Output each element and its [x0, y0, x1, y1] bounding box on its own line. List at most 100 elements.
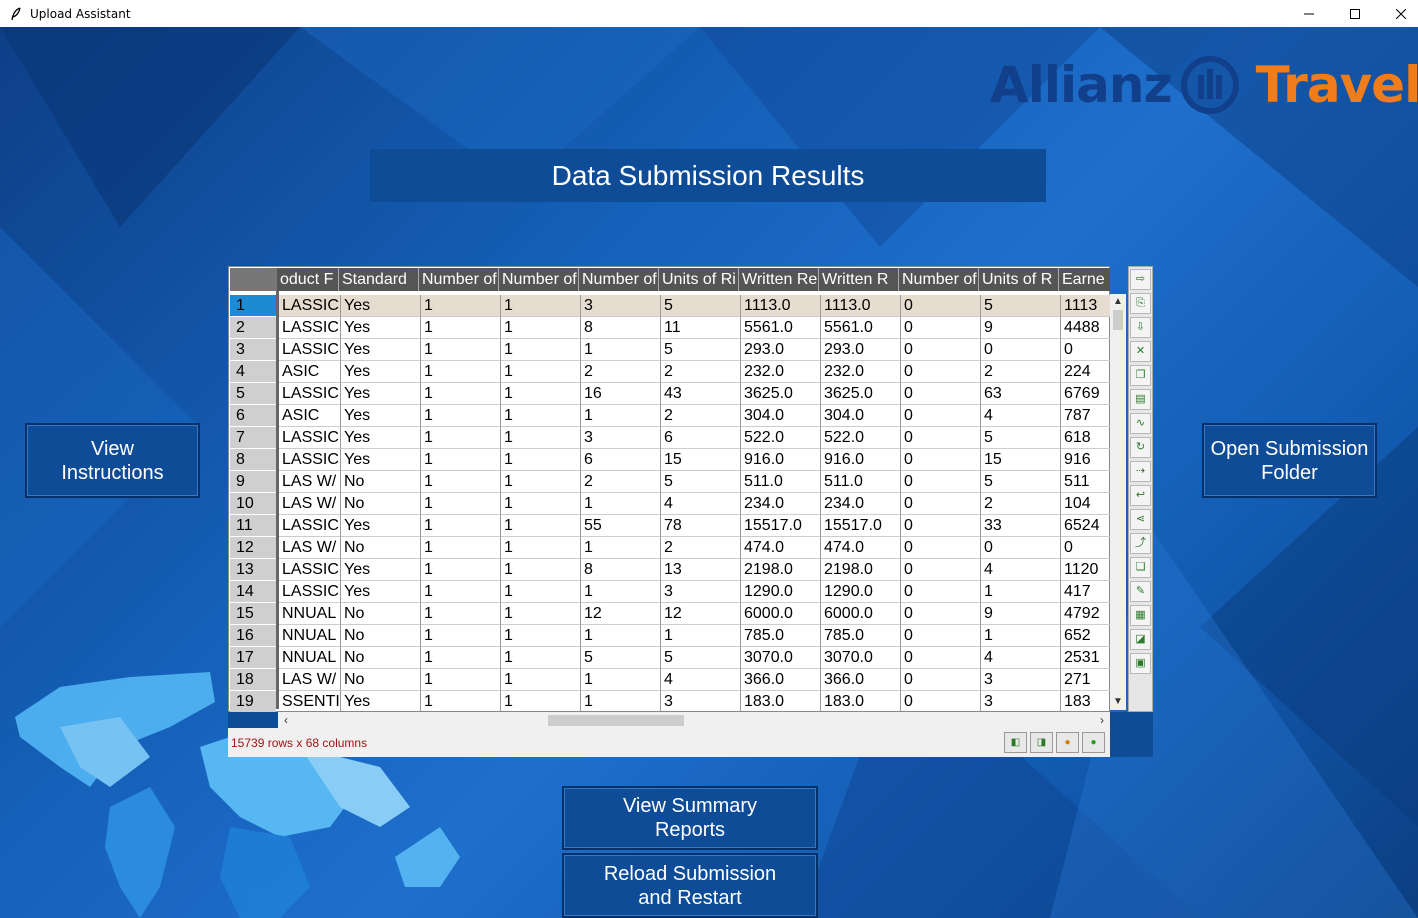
table-cell[interactable]: 0 [901, 405, 981, 427]
table-cell[interactable]: 234.0 [741, 493, 821, 515]
table-cell[interactable]: 3 [661, 691, 741, 711]
table-cell[interactable]: 1 [501, 471, 581, 493]
table-cell[interactable]: 6 [581, 449, 661, 471]
table-cell[interactable]: 5 [981, 295, 1061, 317]
row-header[interactable]: 17 [230, 647, 276, 669]
calculator-icon[interactable]: ▦ [1130, 605, 1151, 626]
table-cell[interactable]: 1 [581, 339, 661, 361]
column-header[interactable]: Earne [1059, 268, 1110, 291]
copy-icon[interactable]: ❐ [1130, 365, 1151, 386]
table-cell[interactable]: 2 [981, 361, 1061, 383]
scroll-left-icon[interactable]: ‹ [278, 712, 294, 728]
table-cell[interactable]: 0 [901, 339, 981, 361]
row-header[interactable]: 16 [230, 625, 276, 647]
table-row[interactable]: SSENTI Yes 1 1 1 3 183.0 183.0 0 3 183 [279, 691, 1110, 711]
table-cell[interactable]: 0 [901, 559, 981, 581]
table-cell[interactable]: 1 [501, 449, 581, 471]
table-cell[interactable]: 3 [581, 427, 661, 449]
table-cell[interactable]: 1 [501, 515, 581, 537]
table-cell[interactable]: 1 [421, 405, 501, 427]
table-cell[interactable]: 0 [901, 383, 981, 405]
table-cell[interactable]: 1 [501, 625, 581, 647]
table-cell[interactable]: 232.0 [741, 361, 821, 383]
horizontal-scroll-thumb[interactable] [548, 715, 684, 726]
table-cell[interactable]: 785.0 [821, 625, 901, 647]
table-cell[interactable]: Yes [341, 317, 421, 339]
table-row[interactable]: LASSIC Yes 1 1 8 13 2198.0 2198.0 0 4 1120 [279, 559, 1110, 581]
table-cell[interactable]: 304.0 [821, 405, 901, 427]
table-cell[interactable]: 1 [421, 581, 501, 603]
table-cell[interactable]: LASSIC [279, 383, 341, 405]
minus-icon[interactable]: ● [1056, 732, 1079, 753]
table-row[interactable]: NNUAL No 1 1 1 1 785.0 785.0 0 1 652 [279, 625, 1110, 647]
table-cell[interactable]: 3 [581, 295, 661, 317]
table-cell[interactable]: 78 [661, 515, 741, 537]
table-cell[interactable]: 1 [421, 317, 501, 339]
table-cell[interactable]: 6000.0 [741, 603, 821, 625]
table-cell[interactable]: 4 [661, 493, 741, 515]
view-summary-reports-button[interactable]: View Summary Reports [562, 786, 818, 850]
table-cell[interactable]: LAS W/ [279, 471, 341, 493]
table-cell[interactable]: 2 [661, 361, 741, 383]
grid-corner[interactable] [230, 268, 277, 291]
table-cell[interactable]: 1 [501, 295, 581, 317]
share-icon[interactable]: ⋖ [1130, 509, 1151, 530]
row-header[interactable]: 4 [230, 361, 276, 383]
table-cell[interactable]: 1 [421, 427, 501, 449]
table-cell[interactable]: 417 [1061, 581, 1110, 603]
table-cell[interactable]: 0 [901, 471, 981, 493]
table-row[interactable]: LAS W/No 1 1 2 5 511.0 511.0 0 5 511 [279, 471, 1110, 493]
table-cell[interactable]: 652 [1061, 625, 1110, 647]
table-cell[interactable]: 474.0 [821, 537, 901, 559]
table-cell[interactable]: 15 [981, 449, 1061, 471]
vertical-scrollbar[interactable]: ▲ ▼ [1110, 294, 1126, 710]
table-cell[interactable]: 1 [661, 625, 741, 647]
table-cell[interactable]: 1 [501, 669, 581, 691]
table-cell[interactable]: 1 [421, 471, 501, 493]
plus-icon[interactable]: ● [1082, 732, 1105, 753]
table-cell[interactable]: 1 [421, 339, 501, 361]
table-cell[interactable]: 1 [581, 691, 661, 711]
table-cell[interactable]: 293.0 [741, 339, 821, 361]
table-cell[interactable]: 511.0 [821, 471, 901, 493]
table-cell[interactable]: 0 [901, 691, 981, 711]
table-cell[interactable]: 1 [501, 537, 581, 559]
table-cell[interactable]: LASSIC [279, 581, 341, 603]
table-row[interactable]: LASSIC Yes 1 1 3 6 522.0 522.0 0 5 618 [279, 427, 1110, 449]
table-cell[interactable]: 1 [501, 647, 581, 669]
table-cell[interactable]: Yes [341, 383, 421, 405]
table-cell[interactable]: 55 [581, 515, 661, 537]
table-cell[interactable]: LASSIC [279, 339, 341, 361]
plot-icon[interactable]: ∿ [1130, 413, 1151, 434]
table-cell[interactable]: 511.0 [741, 471, 821, 493]
column-header[interactable]: Standard [339, 268, 419, 291]
table-cell[interactable]: 1 [421, 559, 501, 581]
table-cell[interactable]: 6524 [1061, 515, 1110, 537]
table-cell[interactable]: 1 [421, 625, 501, 647]
table-cell[interactable]: 0 [981, 537, 1061, 559]
table-cell[interactable]: Yes [341, 427, 421, 449]
table-row[interactable]: LASSIC Yes 1 1 3 5 1113.0 1113.0 0 5 1113 [279, 295, 1110, 317]
table-cell[interactable]: 4 [981, 647, 1061, 669]
table-cell[interactable]: 8 [581, 559, 661, 581]
table-cell[interactable]: 1 [501, 559, 581, 581]
table-row[interactable]: LASSIC Yes 1 1 55 78 15517.0 15517.0 0 33 6524 [279, 515, 1110, 537]
graph-icon[interactable]: ◪ [1130, 629, 1151, 650]
table-cell[interactable]: No [341, 537, 421, 559]
table-cell[interactable]: 0 [901, 515, 981, 537]
table-row[interactable]: LASSIC Yes 1 1 6 15 916.0 916.0 0 15 916 [279, 449, 1110, 471]
table-cell[interactable]: Yes [341, 515, 421, 537]
table-cell[interactable]: No [341, 493, 421, 515]
table-cell[interactable]: 1 [421, 449, 501, 471]
table-cell[interactable]: 43 [661, 383, 741, 405]
table-cell[interactable]: 1 [421, 361, 501, 383]
table-cell[interactable]: 1113 [1061, 295, 1110, 317]
table-cell[interactable]: 2 [661, 405, 741, 427]
table-cell[interactable]: 1 [581, 625, 661, 647]
table-row[interactable]: NNUAL No 1 1 12 12 6000.0 6000.0 0 9 4792 [279, 603, 1110, 625]
duplicate-icon[interactable]: ❏ [1130, 557, 1151, 578]
table-cell[interactable]: 33 [981, 515, 1061, 537]
table-cell[interactable]: Yes [341, 581, 421, 603]
row-header[interactable]: 7 [230, 427, 276, 449]
table-cell[interactable]: 1 [581, 581, 661, 603]
